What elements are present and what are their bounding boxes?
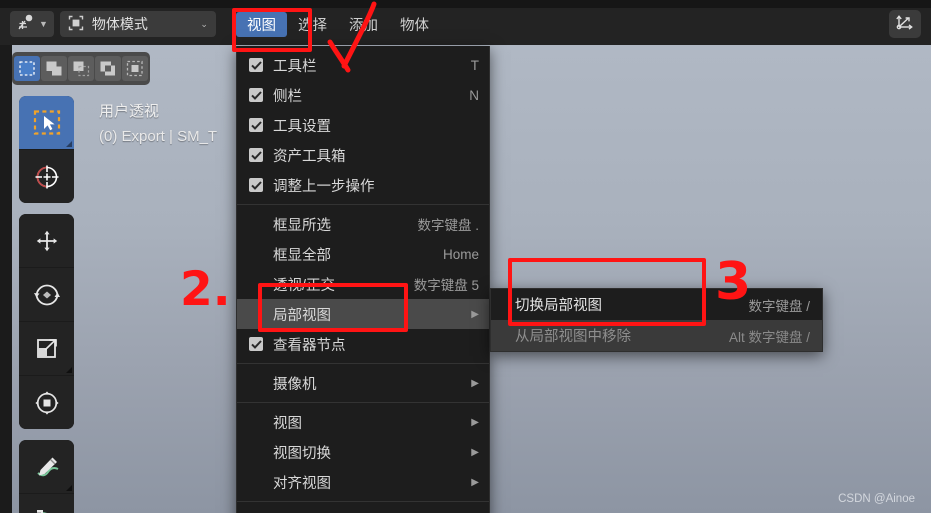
menu-item-label: 查看器节点: [273, 337, 346, 354]
object-mode-icon: [68, 15, 84, 34]
tool-group-transform: [19, 214, 74, 429]
tool-group-select: [19, 96, 74, 203]
menu-item-shortcut: T: [470, 57, 479, 73]
menu-item-viewpoint[interactable]: 视图 ▶: [237, 407, 489, 437]
menu-item-asset-shelf[interactable]: 资产工具箱: [237, 140, 489, 170]
transform-tool[interactable]: [19, 376, 74, 429]
checkbox-checked-icon[interactable]: [249, 58, 263, 72]
submenu-item-label: 从局部视图中移除: [515, 329, 631, 345]
cursor-tool[interactable]: [19, 150, 74, 203]
tweak-select-box-tool[interactable]: [19, 96, 74, 150]
submenu-arrow-icon: ▶: [471, 416, 479, 428]
submenu-arrow-icon: ▶: [471, 377, 479, 389]
menu-item-tool-settings[interactable]: 工具设置: [237, 110, 489, 140]
menu-item-label: 对齐视图: [273, 475, 331, 492]
checkbox-checked-icon[interactable]: [249, 337, 263, 351]
annotation-label-2: 2.: [180, 262, 231, 317]
annotation-rect-local-view: [258, 283, 408, 332]
submenu-arrow-icon: ▶: [471, 446, 479, 458]
viewport-object-label: (0) Export | SM_T: [99, 128, 218, 145]
annotation-label-3: 3: [715, 252, 752, 312]
submenu-arrow-icon: ▶: [471, 476, 479, 488]
rotate-tool[interactable]: [19, 268, 74, 322]
menu-separator: [237, 402, 489, 403]
tool-overflow-corner: [66, 367, 72, 373]
interaction-mode-dropdown[interactable]: 物体模式 ⌄: [59, 11, 216, 37]
tool-overflow-corner: [66, 485, 72, 491]
menu-item-label: 调整上一步操作: [273, 178, 375, 195]
watermark: CSDN @Ainoe: [838, 493, 915, 505]
menu-item-view-regions[interactable]: 视图框 ▶: [237, 506, 489, 513]
menu-item-adjust-last-operation[interactable]: 调整上一步操作: [237, 170, 489, 200]
scale-tool[interactable]: [19, 322, 74, 376]
menu-item-frame-selected[interactable]: 框显所选 数字键盘 .: [237, 209, 489, 239]
chevron-down-icon: ⌄: [200, 18, 208, 29]
header-left-controls: ▼ 物体模式 ⌄: [10, 11, 216, 37]
menu-object[interactable]: 物体: [389, 12, 440, 37]
menu-item-shortcut: N: [469, 87, 479, 103]
checkbox-checked-icon[interactable]: [249, 118, 263, 132]
menu-section: 视图框 ▶: [237, 506, 489, 513]
menu-add[interactable]: 添加: [338, 12, 389, 37]
tool-group-annotate: [19, 440, 74, 513]
select-extend-button[interactable]: [41, 56, 67, 81]
select-invert-button[interactable]: [95, 56, 121, 81]
axis-gizmo-icon: [895, 13, 915, 36]
select-intersect-button[interactable]: [122, 56, 148, 81]
submenu-item-shortcut: Alt 数字键盘 /: [728, 329, 810, 345]
annotate-tool[interactable]: [19, 440, 74, 494]
menu-item-align-view[interactable]: 对齐视图 ▶: [237, 467, 489, 497]
menu-item-cameras[interactable]: 摄像机 ▶: [237, 368, 489, 398]
checkbox-checked-icon[interactable]: [249, 178, 263, 192]
editor-type-button[interactable]: ▼: [10, 11, 54, 37]
menu-section: 视图 ▶ 视图切换 ▶ 对齐视图 ▶: [237, 407, 489, 497]
submenu-item-shortcut: 数字键盘 /: [748, 298, 810, 314]
menu-item-label: 视图切换: [273, 445, 331, 462]
menu-item-shortcut: 数字键盘 5: [413, 278, 479, 293]
viewport-info-text: 用户透视 (0) Export | SM_T: [99, 99, 217, 149]
tool-overflow-corner: [66, 141, 72, 147]
menu-item-frame-all[interactable]: 框显全部 Home: [237, 239, 489, 269]
menu-item-label: 视图: [273, 415, 302, 432]
move-tool[interactable]: [19, 214, 74, 268]
menu-item-viewer-node[interactable]: 查看器节点: [237, 329, 489, 359]
submenu-arrow-icon: ▶: [471, 308, 479, 320]
viewport-left-edge: [0, 45, 12, 513]
menu-item-label: 资产工具箱: [273, 148, 346, 165]
menu-item-label: 摄像机: [273, 376, 317, 393]
editor-type-icon: [16, 14, 36, 35]
viewport-toolbar: [19, 96, 74, 513]
menu-item-shortcut: 数字键盘 .: [417, 218, 479, 233]
menu-separator: [237, 501, 489, 502]
menu-item-label: 框显所选: [273, 217, 331, 234]
show-gizmo-button[interactable]: [889, 10, 921, 38]
interaction-mode-label: 物体模式: [91, 16, 148, 32]
select-subtract-button[interactable]: [68, 56, 94, 81]
chevron-down-icon: ▼: [39, 19, 48, 29]
menu-item-sidebar[interactable]: 侧栏 N: [237, 80, 489, 110]
select-set-button[interactable]: [14, 56, 40, 81]
annotation-rect-toggle-local-view: [508, 258, 706, 326]
checkbox-checked-icon[interactable]: [249, 88, 263, 102]
menu-separator: [237, 363, 489, 364]
menu-item-navigation[interactable]: 视图切换 ▶: [237, 437, 489, 467]
select-mode-toolbar: [12, 52, 150, 85]
menu-section: 工具栏 T 侧栏 N 工具设置 资产工具箱 调整上一步操作: [237, 50, 489, 200]
menu-item-label: 工具设置: [273, 118, 331, 135]
measure-tool[interactable]: [19, 494, 74, 513]
checkbox-checked-icon[interactable]: [249, 148, 263, 162]
window-top-edge: [0, 0, 931, 8]
menu-item-toolbar[interactable]: 工具栏 T: [237, 50, 489, 80]
menu-separator: [237, 204, 489, 205]
menu-section: 摄像机 ▶: [237, 368, 489, 398]
annotation-rect-view-menu: [232, 8, 312, 52]
viewport-perspective-label: 用户透视: [99, 103, 160, 120]
menu-item-label: 侧栏: [273, 88, 302, 105]
view-dropdown-menu: 工具栏 T 侧栏 N 工具设置 资产工具箱 调整上一步操作 框显所选 数字键盘 …: [236, 46, 490, 513]
menu-item-label: 工具栏: [273, 58, 317, 75]
menu-item-shortcut: Home: [442, 246, 479, 262]
menu-item-label: 框显全部: [273, 247, 331, 264]
blender-3d-viewport-window: ▼ 物体模式 ⌄ 视图 选择 添加 物体 用户透视 (0) Export | S…: [0, 0, 931, 513]
